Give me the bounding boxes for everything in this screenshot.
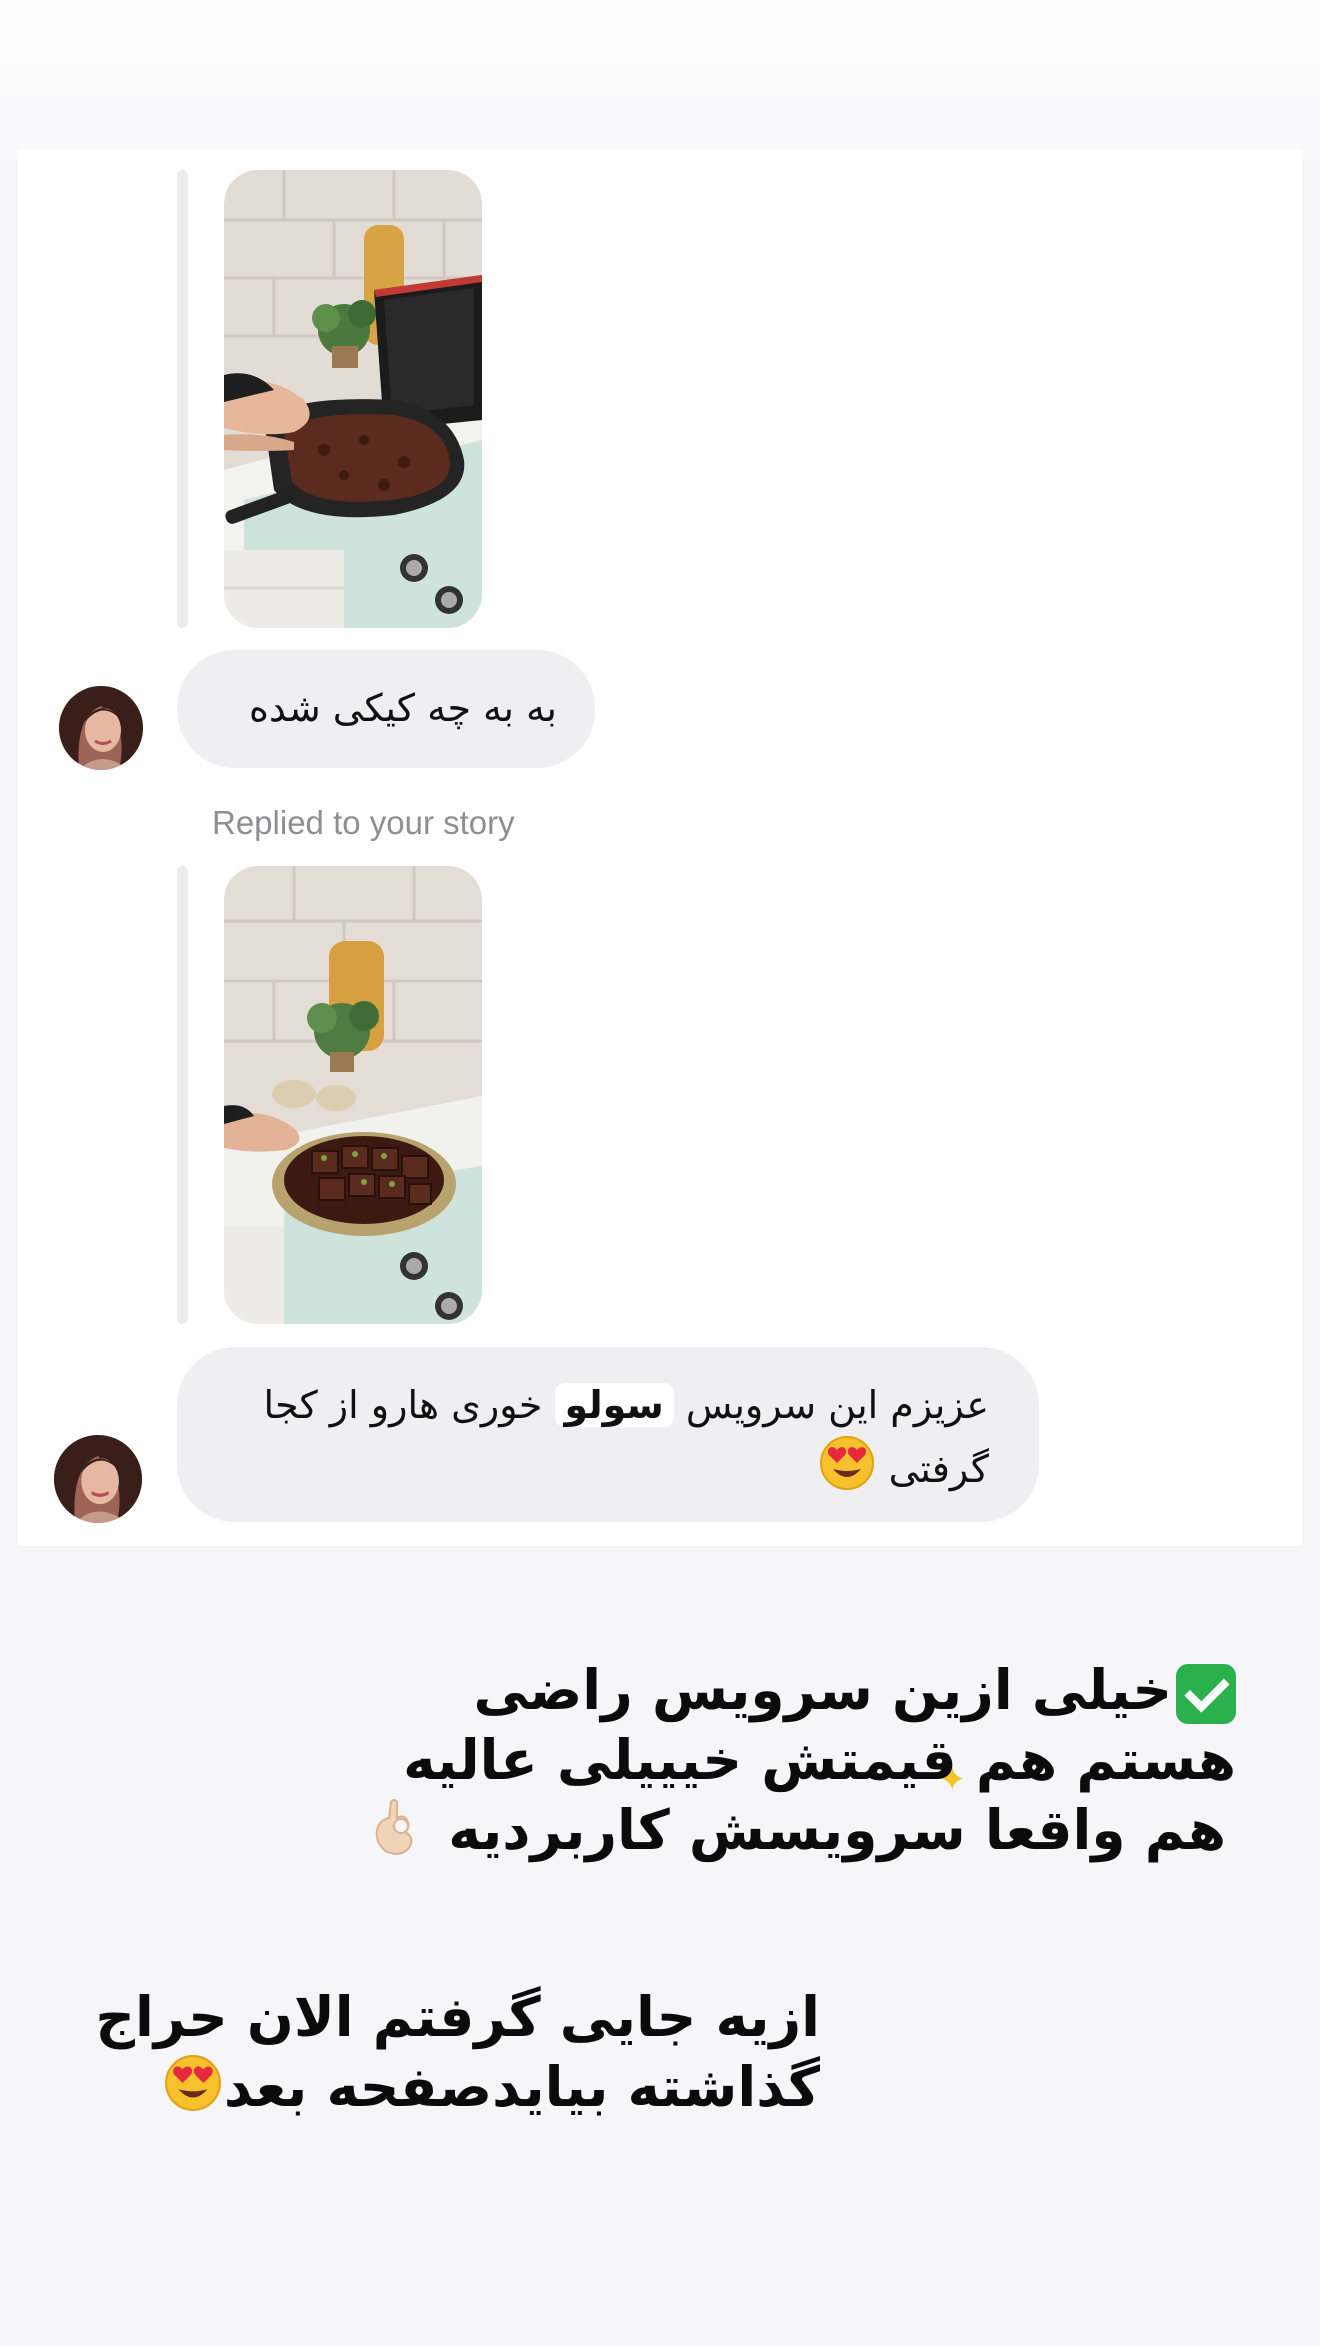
reply-indicator-bar — [177, 866, 188, 1324]
heart-eyes-emoji — [164, 2054, 222, 2128]
message-text: به به چه کیکی شده — [249, 686, 557, 730]
avatar[interactable] — [59, 686, 143, 770]
overlay-line-5: گذاشته بیایدصفحه بعد — [95, 2052, 820, 2128]
overlay-line-2: هستم هم قیمتش خیییلی عالیه — [403, 1728, 1236, 1792]
sparkle-icon: ✦ — [938, 1760, 967, 1800]
avatar[interactable] — [54, 1435, 142, 1523]
ok-hand-icon — [367, 1796, 427, 1872]
story-thumbnail-1[interactable] — [224, 170, 482, 628]
heart-eyes-emoji — [819, 1435, 875, 1508]
overlay-line-1: خیلی ازین سرویس راضی — [365, 1655, 1236, 1725]
replied-to-story-label: Replied to your story — [212, 804, 515, 841]
highlighted-word: سولو — [554, 1383, 674, 1427]
message-bubble: عزیزم این سرویس سولو خوری هارو از کجا گر… — [177, 1347, 1039, 1522]
overlay-line-3: هم واقعا سرویسش کاربردیه — [365, 1795, 1226, 1872]
story-overlay-text-2: ازیه جایی گرفتم الان حراج گذاشته بیایدصف… — [95, 1982, 820, 2128]
overlay-line-4: ازیه جایی گرفتم الان حراج — [95, 1985, 820, 2049]
message-text: عزیزم این سرویس — [685, 1383, 989, 1427]
chat-screenshot-card — [18, 150, 1302, 1546]
top-gradient — [0, 0, 1320, 160]
story-overlay-text: خیلی ازین سرویس راضی هستم هم قیمتش خیییل… — [365, 1655, 1236, 1872]
message-bubble: به به چه کیکی شده — [177, 650, 595, 768]
reply-indicator-bar — [177, 170, 188, 628]
check-box-icon — [1176, 1663, 1236, 1724]
story-thumbnail-2[interactable] — [224, 866, 482, 1324]
